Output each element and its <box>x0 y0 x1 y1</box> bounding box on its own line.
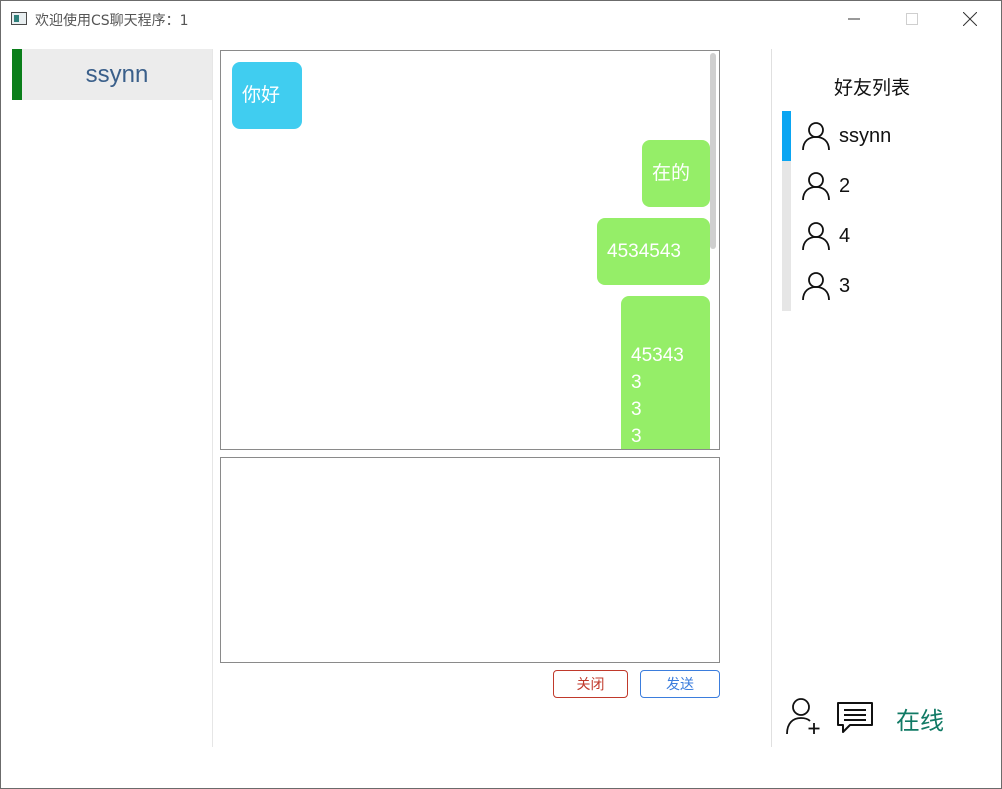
message-line: 3 <box>631 372 642 393</box>
message-bubble: 在的 <box>642 140 710 207</box>
friend-indicator <box>782 161 791 211</box>
send-button[interactable]: 发送 <box>640 670 720 698</box>
message-bubble: 你好 <box>232 62 302 129</box>
add-friend-icon[interactable] <box>785 697 823 735</box>
friend-item-ssynn[interactable]: ssynn <box>782 111 960 161</box>
user-icon <box>802 272 830 301</box>
session-label: ssynn <box>85 61 149 88</box>
message-text: 在的 <box>652 163 691 184</box>
minimize-icon <box>848 18 860 20</box>
message-input[interactable] <box>220 457 720 663</box>
friend-name: ssynn <box>839 125 892 147</box>
maximize-button[interactable] <box>889 1 935 37</box>
message-text: 你好 <box>242 85 281 106</box>
friend-name: 4 <box>839 225 851 247</box>
user-icon <box>802 222 830 251</box>
friend-name: 3 <box>839 275 851 297</box>
session-list: ssynn <box>12 49 213 747</box>
friend-name: 2 <box>839 175 851 197</box>
friends-list-title: 好友列表 <box>833 77 910 99</box>
message-line: 45343 <box>631 345 684 366</box>
window-title: 欢迎使用CS聊天程序：1 <box>35 13 189 29</box>
user-icon <box>802 172 830 201</box>
message-bubble: 45343 3 3 3 <box>621 296 710 449</box>
message-line: 3 <box>631 426 642 447</box>
session-active-indicator <box>12 49 22 100</box>
friend-item-2[interactable]: 2 <box>782 161 960 211</box>
app-icon <box>11 12 27 25</box>
friend-indicator <box>782 261 791 311</box>
app-window: 欢迎使用CS聊天程序：1 ssynn 你好 在的 4534543 45343 3 <box>0 0 1002 789</box>
friend-item-3[interactable]: 3 <box>782 261 960 311</box>
chat-message-view[interactable]: 你好 在的 4534543 45343 3 3 3 <box>220 50 720 450</box>
chat-scrollbar[interactable] <box>710 53 716 249</box>
friend-active-indicator <box>782 111 791 161</box>
message-icon[interactable] <box>836 701 874 735</box>
close-button[interactable]: 关闭 <box>553 670 628 698</box>
minimize-button[interactable] <box>831 1 877 37</box>
close-window-button[interactable] <box>947 1 993 37</box>
message-bubble: 4534543 <box>597 218 710 285</box>
close-icon <box>963 12 977 26</box>
user-icon <box>802 122 830 151</box>
panel-divider <box>771 49 772 747</box>
online-status: 在线 <box>896 707 944 735</box>
friend-indicator <box>782 211 791 261</box>
friend-item-4[interactable]: 4 <box>782 211 960 261</box>
maximize-icon <box>906 13 918 25</box>
title-bar[interactable]: 欢迎使用CS聊天程序：1 <box>1 1 1001 37</box>
session-item-ssynn[interactable]: ssynn <box>12 49 212 100</box>
message-line: 3 <box>631 399 642 420</box>
message-text: 4534543 <box>607 241 681 262</box>
